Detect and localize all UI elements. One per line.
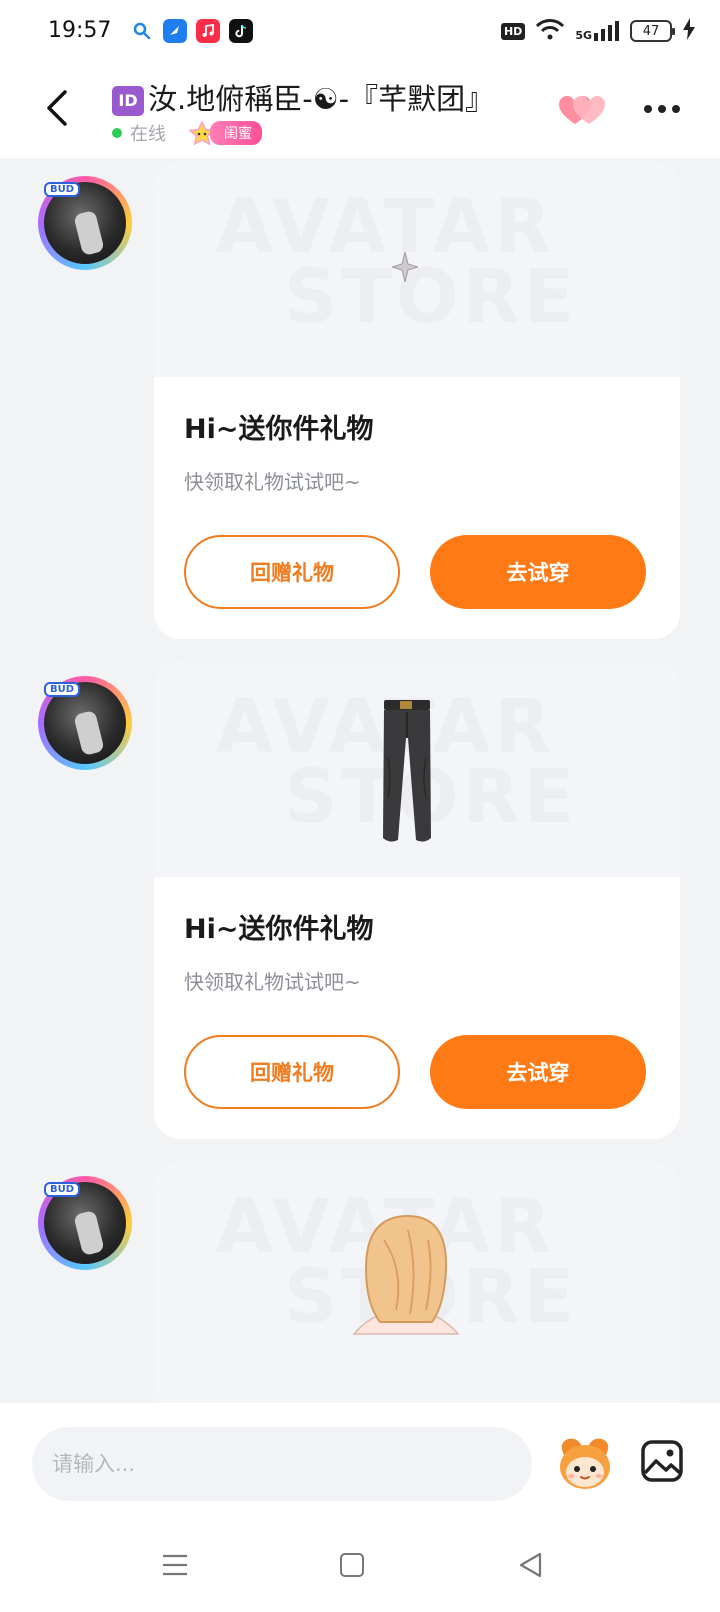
clock: 19:57 [48, 18, 112, 43]
system-indicators: HD 5G 47 [500, 18, 696, 44]
more-dot-icon [644, 105, 652, 113]
watermark-store: STORE [284, 254, 579, 340]
image-picker-button[interactable] [640, 1439, 684, 1483]
message-list[interactable]: BUD AVATAR STORE Hi~送你件礼物 快领取礼物试试吧~ 回赠礼物… [0, 158, 720, 1403]
battery-level: 47 [642, 23, 660, 39]
id-badge-icon: ID [112, 86, 144, 116]
gift-title: Hi~送你件礼物 [184, 914, 374, 945]
gift-subtitle: 快领取礼物试试吧~ [184, 470, 361, 494]
system-nav-bar [0, 1523, 720, 1612]
home-button[interactable] [340, 1553, 364, 1577]
contact-name[interactable]: ID 汝.地俯稱臣-☯-『芊默团』 [112, 76, 532, 118]
hair-icon [352, 1214, 460, 1335]
composer-bar [0, 1403, 720, 1523]
gift-card[interactable]: AVATAR STORE [154, 1162, 680, 1403]
intimacy-button[interactable] [558, 94, 608, 128]
cellular-signal-icon: 5G [575, 21, 620, 41]
return-gift-button[interactable]: 回赠礼物 [184, 535, 400, 609]
more-dot-icon [672, 105, 680, 113]
hd-icon: HD [500, 22, 526, 40]
contact-name-text: 汝.地俯稱臣-☯-『芊默团』 [148, 82, 495, 116]
search-app-icon [130, 19, 154, 43]
status-bar: 19:57 HD 5G 47 [0, 0, 720, 62]
online-dot-icon [112, 128, 122, 138]
more-dot-icon [658, 105, 666, 113]
wifi-icon [535, 18, 565, 44]
avatar-tag: BUD [44, 682, 81, 697]
message-input[interactable] [32, 1427, 532, 1501]
chat-header: ID 汝.地俯稱臣-☯-『芊默团』 在线 闺蜜 [0, 62, 720, 158]
notification-icons [130, 19, 253, 43]
try-on-button[interactable]: 去试穿 [430, 535, 646, 609]
relation-tag-label: 闺蜜 [210, 121, 262, 145]
sender-avatar[interactable]: BUD [38, 176, 132, 270]
avatar-tag: BUD [44, 1182, 81, 1197]
chevron-left-icon [47, 90, 67, 126]
relation-tag[interactable]: 闺蜜 [184, 120, 262, 146]
triangle-back-icon [519, 1552, 542, 1578]
menu-icon [163, 1554, 187, 1576]
message-item: BUD AVATAR STORE [0, 1158, 720, 1403]
presence-row: 在线 闺蜜 [112, 120, 262, 146]
message-item: BUD AVATAR STORE Hi~送你件礼物 快领取礼物试试吧~ 回赠礼物… [0, 158, 720, 639]
gift-subtitle: 快领取礼物试试吧~ [184, 970, 361, 994]
gift-preview: AVATAR STORE [154, 662, 680, 877]
gift-preview: AVATAR STORE [154, 162, 680, 377]
image-icon [641, 1440, 683, 1482]
system-back-button[interactable] [518, 1551, 542, 1579]
hearts-icon [559, 96, 605, 124]
gift-card[interactable]: AVATAR STORE Hi~送你件礼物 快领取礼物试试吧~ 回赠礼物 去试穿 [154, 662, 680, 1139]
sender-avatar[interactable]: BUD [38, 1176, 132, 1270]
trousers-icon [383, 700, 431, 842]
sticker-button[interactable] [556, 1435, 614, 1491]
tiktok-app-icon [229, 19, 253, 43]
browser-app-icon [163, 19, 187, 43]
network-type-label: 5G [575, 29, 592, 42]
try-on-button[interactable]: 去试穿 [430, 1035, 646, 1109]
mascot-sticker-icon [560, 1438, 610, 1489]
sparkle-icon [392, 252, 418, 282]
online-status: 在线 [130, 124, 166, 145]
avatar-tag: BUD [44, 182, 81, 197]
charging-icon [682, 18, 696, 44]
music-app-icon [196, 19, 220, 43]
sender-avatar[interactable]: BUD [38, 676, 132, 770]
message-item: BUD AVATAR STORE Hi~送你件礼物 快领取礼物试试吧~ 回赠礼物 [0, 658, 720, 1139]
gift-card[interactable]: AVATAR STORE Hi~送你件礼物 快领取礼物试试吧~ 回赠礼物 去试穿 [154, 162, 680, 639]
return-gift-button[interactable]: 回赠礼物 [184, 1035, 400, 1109]
gift-preview: AVATAR STORE [154, 1162, 680, 1403]
back-button[interactable] [40, 86, 74, 130]
gift-title: Hi~送你件礼物 [184, 414, 374, 445]
battery-icon: 47 [630, 20, 675, 42]
recent-apps-button[interactable] [162, 1553, 188, 1577]
more-options-button[interactable] [644, 102, 684, 116]
